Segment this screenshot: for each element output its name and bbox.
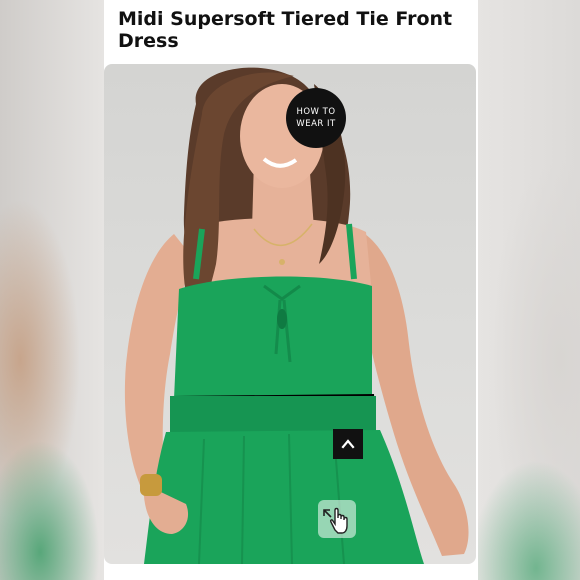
skirt-shape: [144, 430, 424, 564]
hand-pointer-expand-icon: [323, 507, 348, 534]
how-to-wear-it-label: HOW TO WEAR IT: [296, 107, 336, 129]
keyhole-shape: [277, 309, 287, 329]
chevron-up-icon: [341, 439, 355, 449]
product-photo[interactable]: [104, 64, 476, 564]
backdrop-blur-left: [0, 440, 100, 580]
model-illustration: [124, 67, 469, 564]
zoom-hint-button[interactable]: [318, 500, 356, 538]
bracelet-shape: [140, 474, 162, 496]
pendant-shape: [279, 259, 285, 265]
product-card: Midi Supersoft Tiered Tie Front Dress: [104, 0, 478, 580]
product-title: Midi Supersoft Tiered Tie Front Dress: [118, 8, 453, 52]
scroll-to-top-button[interactable]: [333, 429, 363, 459]
how-to-wear-it-button[interactable]: HOW TO WEAR IT: [286, 88, 346, 148]
dress-bodice-shape: [174, 276, 372, 399]
waistband-fill: [170, 396, 376, 432]
backdrop-blur-right: [470, 460, 580, 580]
